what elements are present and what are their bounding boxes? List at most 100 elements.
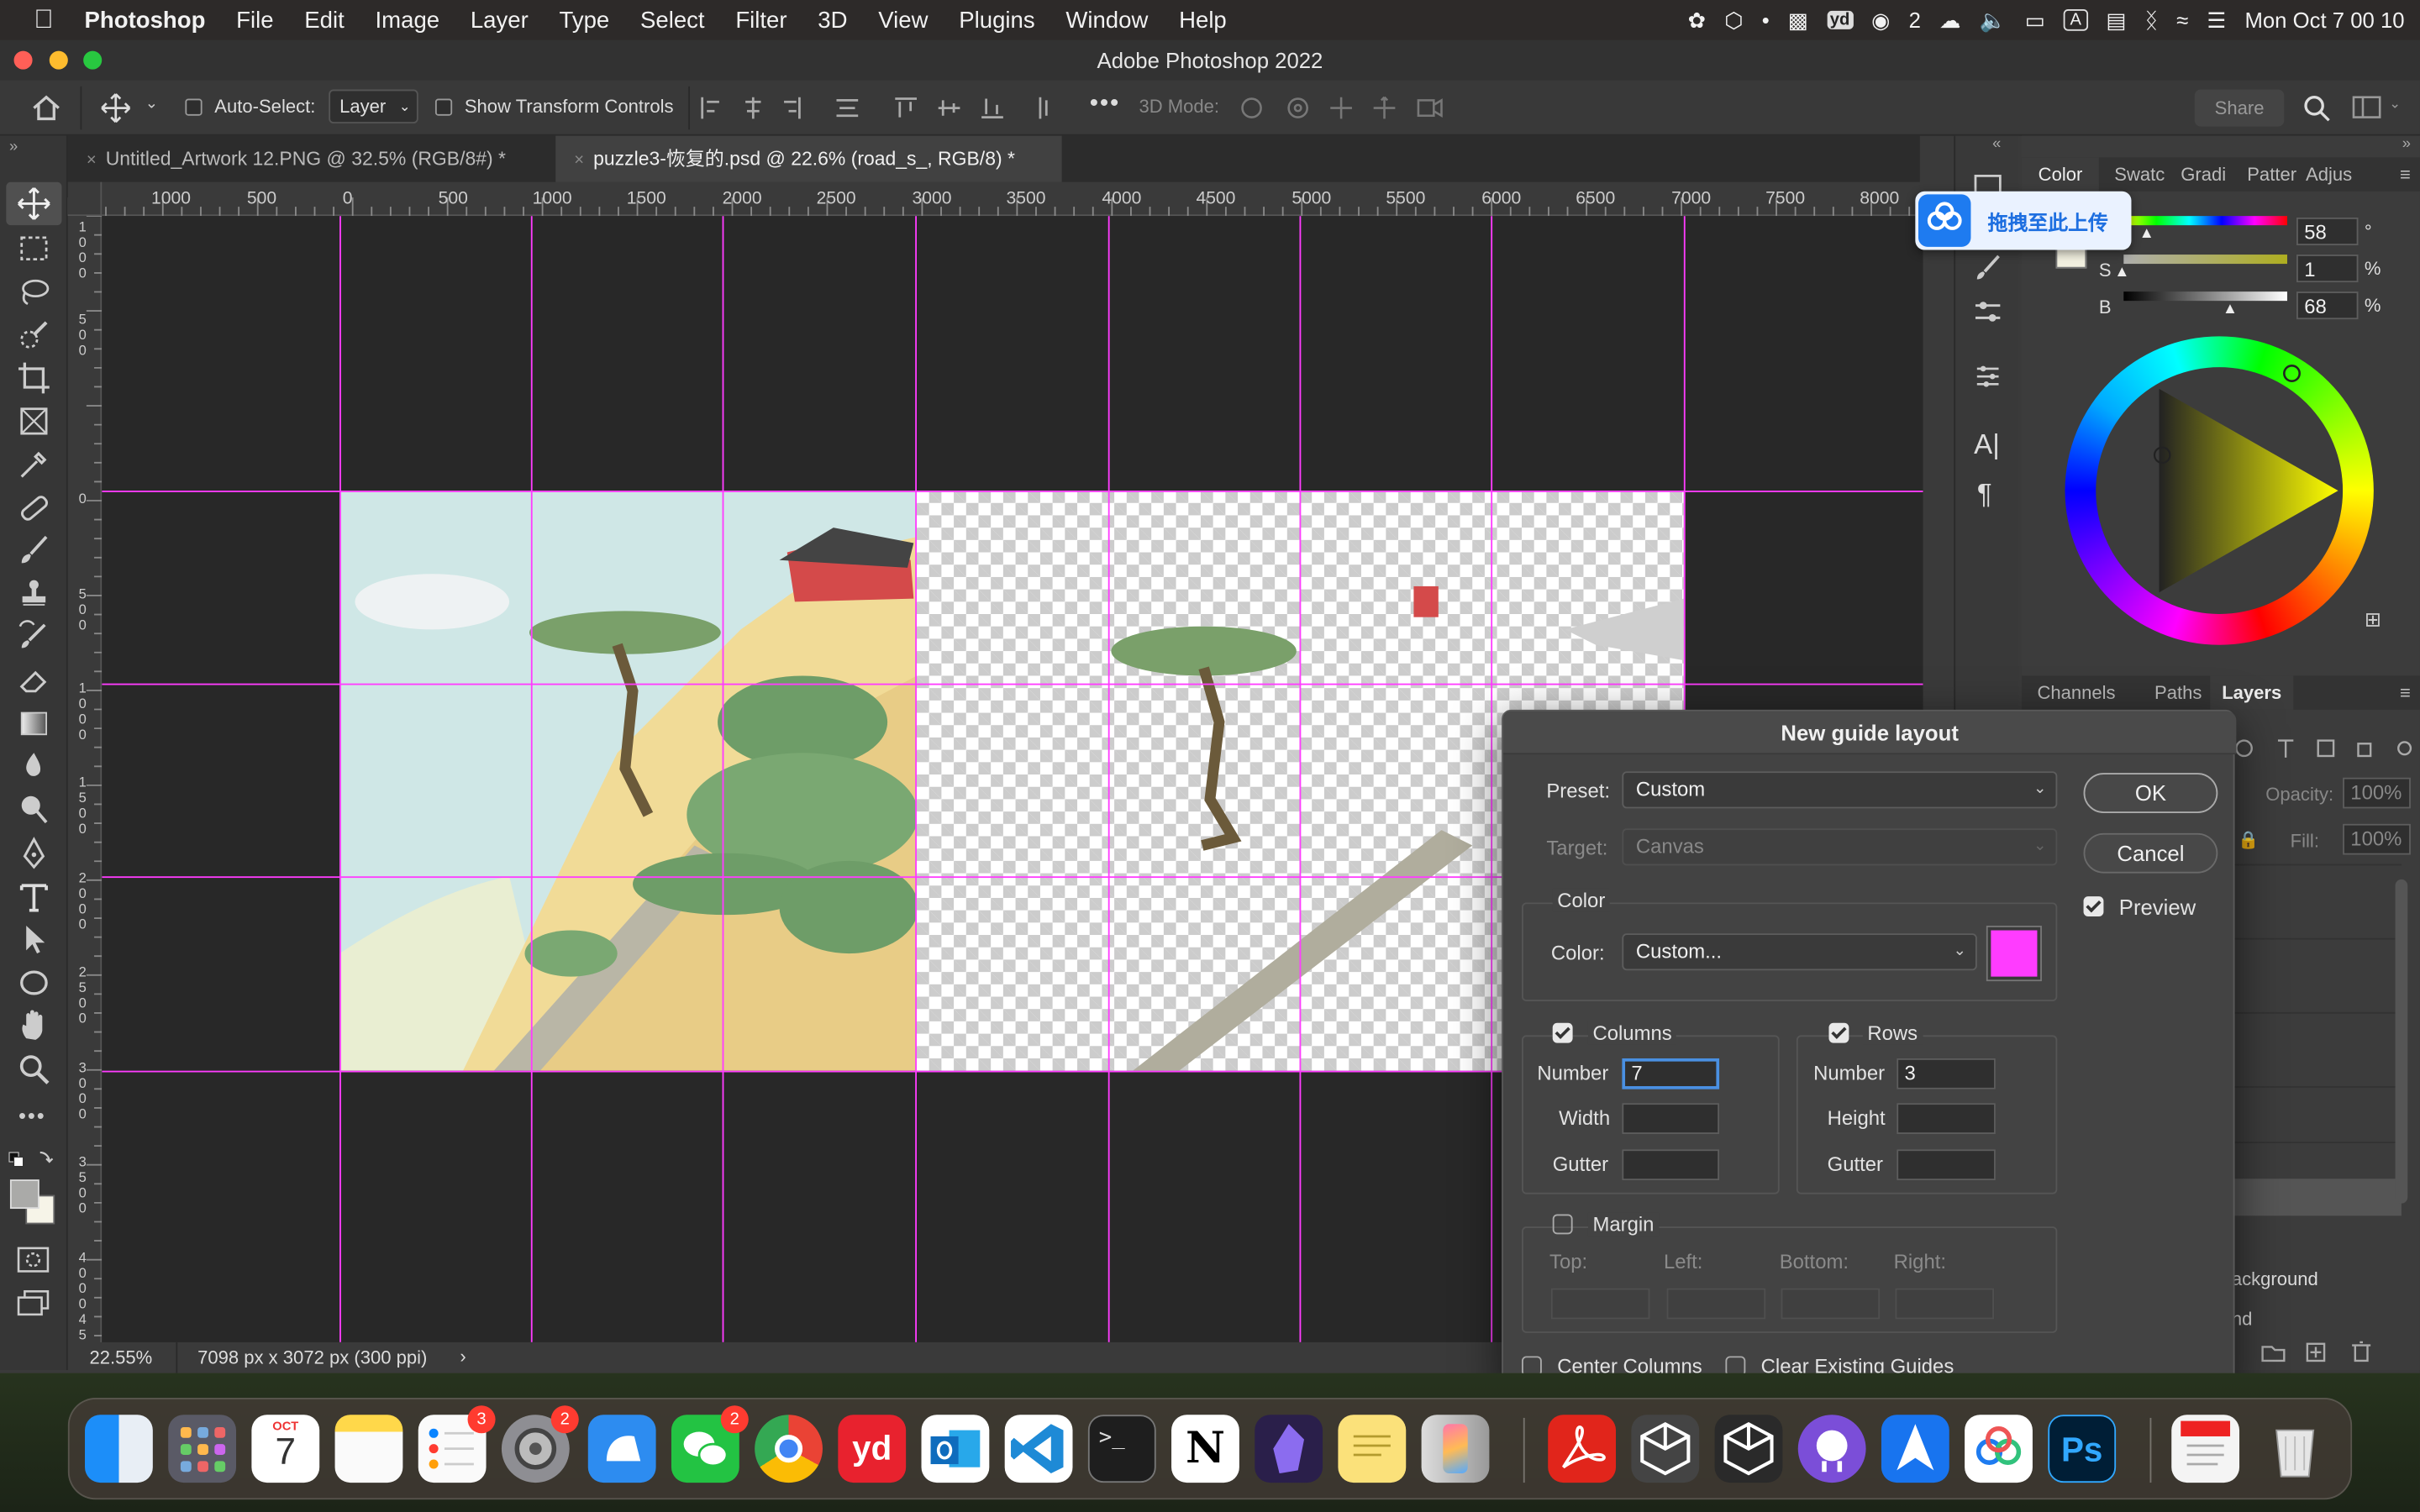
guide-vertical[interactable] (1491, 216, 1493, 1342)
margin-bottom-input[interactable] (1781, 1288, 1881, 1320)
gradient-tool-icon[interactable] (15, 705, 52, 742)
trash-icon[interactable] (2261, 1415, 2329, 1483)
hue-slider[interactable] (2123, 216, 2287, 226)
unity-icon[interactable] (1714, 1415, 1783, 1483)
home-icon[interactable] (31, 94, 62, 122)
wechat-icon[interactable]: ◉ (1871, 7, 1890, 33)
brush-panel-icon[interactable] (1972, 253, 2003, 284)
margin-right-input[interactable] (1895, 1288, 1995, 1320)
lasso-tool-icon[interactable] (15, 273, 52, 310)
rows-height-input[interactable] (1897, 1103, 1996, 1134)
guide-horizontal[interactable] (102, 491, 1923, 492)
unity-hub-icon[interactable] (1631, 1415, 1700, 1483)
share-button[interactable]: Share (2194, 89, 2285, 127)
tab-adjustments[interactable]: Adjus (2306, 157, 2352, 191)
frame-tool-icon[interactable] (15, 402, 52, 439)
zoom-tool-icon[interactable] (15, 1051, 52, 1088)
guide-vertical[interactable] (339, 216, 341, 1342)
wifi-icon[interactable]: ≈ (2176, 8, 2188, 32)
columns-checkbox[interactable] (1552, 1022, 1573, 1043)
panel-menu-icon[interactable]: ≡ (2400, 682, 2411, 704)
tab-color[interactable]: Color (2022, 157, 2099, 192)
align-icons-group[interactable] (697, 94, 1068, 122)
move-tool-icon[interactable] (15, 185, 52, 222)
type-tool-icon[interactable] (15, 878, 52, 915)
collapse-panel-icon[interactable]: « (1992, 136, 2001, 153)
zoom-window-button[interactable] (83, 50, 103, 70)
document-info[interactable]: 7098 px x 3072 px (300 ppi) (197, 1347, 427, 1368)
history-brush-tool-icon[interactable] (15, 619, 52, 656)
close-tab-icon[interactable]: × (87, 151, 97, 170)
input-method-icon[interactable]: A (2064, 9, 2088, 31)
tab-untitled-artwork[interactable]: × Untitled_Artwork 12.PNG @ 32.5% (RGB/8#… (68, 136, 555, 182)
tab-channels[interactable]: Channels (2037, 675, 2115, 709)
workspace-icon[interactable] (2352, 96, 2383, 120)
wechat-dock-icon[interactable]: 2 (671, 1405, 749, 1483)
marquee-tool-icon[interactable] (15, 230, 52, 267)
tab-swatches[interactable]: Swatc (2114, 157, 2165, 191)
guide-vertical[interactable] (530, 216, 533, 1342)
brightness-input[interactable]: 68 (2296, 291, 2359, 320)
obsidian-icon[interactable] (1255, 1415, 1323, 1483)
acrobat-icon[interactable] (1548, 1415, 1617, 1483)
crop-tool-icon[interactable] (15, 360, 52, 396)
apple-icon[interactable]:  (0, 5, 69, 36)
battery-icon[interactable]: ▭ (2025, 7, 2045, 33)
panel-menu-icon[interactable]: ≡ (2400, 164, 2411, 186)
horizontal-ruler[interactable]: 1000 500 0 500 1000 1500 2000 2500 3000 … (67, 181, 1920, 217)
hand-tool-icon[interactable] (15, 1007, 52, 1044)
rows-number-input[interactable]: 3 (1897, 1058, 1996, 1089)
menubar-clock[interactable]: Mon Oct 7 00 10 (2244, 8, 2404, 32)
slider-thumb[interactable]: ▲ (2114, 264, 2129, 281)
close-window-button[interactable] (13, 50, 33, 70)
package-icon[interactable]: ⬡ (1724, 7, 1743, 33)
photoshop-icon[interactable]: Ps (2048, 1415, 2117, 1483)
color-triangle[interactable] (2065, 336, 2374, 644)
columns-gutter-input[interactable] (1622, 1149, 1720, 1181)
healing-brush-tool-icon[interactable] (15, 489, 52, 526)
control-center-icon[interactable]: ☰ (2207, 7, 2226, 33)
finder-icon[interactable] (85, 1415, 153, 1483)
guide-vertical[interactable] (1299, 216, 1302, 1342)
tab-patterns[interactable]: Patter (2247, 157, 2296, 191)
quick-selection-tool-icon[interactable] (15, 317, 52, 354)
dodge-tool-icon[interactable] (15, 791, 52, 828)
reminders-icon[interactable]: 3 (418, 1405, 496, 1483)
columns-width-input[interactable] (1622, 1103, 1720, 1134)
layer-row-last[interactable]: nd (2232, 1309, 2253, 1331)
slider-thumb[interactable]: ▲ (2139, 225, 2154, 242)
eraser-tool-icon[interactable] (15, 662, 52, 699)
terminal-icon[interactable]: >_ (1087, 1415, 1156, 1483)
adjustments-panel-icon[interactable] (1972, 297, 2003, 328)
stickies-icon[interactable] (1338, 1415, 1407, 1483)
layers-scrollbar[interactable] (2395, 879, 2408, 1204)
tab-gradients[interactable]: Gradi (2181, 157, 2226, 191)
expand-panel-icon[interactable]: » (2402, 136, 2411, 153)
preview-checkbox[interactable] (2083, 896, 2104, 916)
paragraph-panel-icon[interactable]: ¶ (1977, 478, 1992, 511)
youdao-dictionary-icon[interactable]: yd (838, 1415, 907, 1483)
launchpad-icon[interactable] (168, 1415, 237, 1483)
outlook-icon[interactable] (921, 1415, 990, 1483)
path-selection-tool-icon[interactable] (15, 921, 52, 958)
slider-thumb[interactable]: ▲ (2223, 301, 2238, 318)
eyedropper-tool-icon[interactable] (15, 446, 52, 483)
cloud-icon[interactable]: ☁ (1939, 7, 1961, 33)
volume-icon[interactable]: 🔈 (1980, 7, 2007, 33)
foreground-background-colors[interactable] (6, 1148, 61, 1229)
layer-row-background[interactable]: ackground (2232, 1268, 2318, 1290)
auto-select-dropdown[interactable]: Layer ⌄ (329, 89, 418, 123)
notion-icon[interactable]: N (1171, 1415, 1239, 1483)
hue-input[interactable]: 58 (2296, 217, 2359, 246)
menu-type[interactable]: Type (544, 7, 624, 33)
chrome-icon[interactable] (755, 1415, 823, 1483)
creative-cloud-icon[interactable]: ✿ (1688, 7, 1707, 33)
ruler-origin[interactable] (67, 181, 103, 217)
3d-mode-icons[interactable] (1238, 94, 1450, 122)
minimize-window-button[interactable] (49, 50, 68, 70)
blur-tool-icon[interactable] (15, 748, 52, 785)
github-desktop-icon[interactable] (1797, 1415, 1866, 1483)
guide-color-swatch[interactable] (1986, 926, 2042, 982)
youdao-icon[interactable]: yd (1827, 10, 1854, 29)
quick-mask-icon[interactable] (17, 1247, 50, 1274)
